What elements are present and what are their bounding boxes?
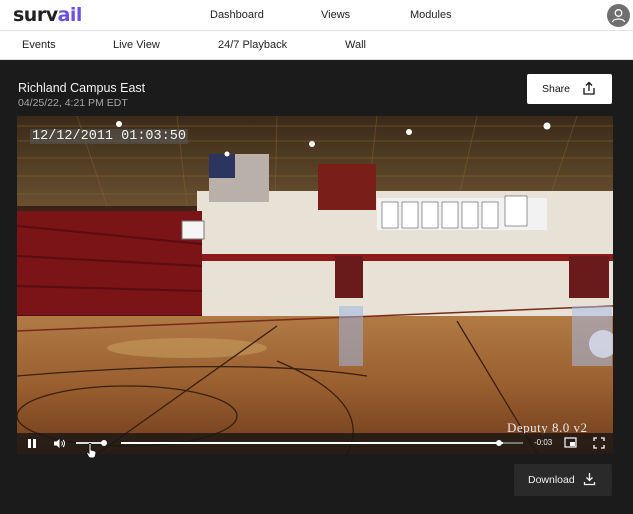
download-button[interactable]: Download [514, 464, 612, 496]
volume-icon[interactable] [53, 437, 66, 450]
pointer-cursor-icon [86, 443, 97, 459]
progress-bar-handle[interactable] [496, 440, 502, 446]
camera-timestamp: 04/25/22, 4:21 PM EDT [18, 97, 128, 109]
tab-playback[interactable]: 24/7 Playback [218, 39, 287, 51]
tab-live-view[interactable]: Live View [113, 39, 160, 51]
nav-modules[interactable]: Modules [410, 9, 452, 21]
share-icon [583, 81, 595, 95]
tab-events[interactable]: Events [22, 39, 56, 51]
progress-bar[interactable] [121, 442, 523, 444]
user-icon [611, 9, 626, 23]
user-avatar-button[interactable] [607, 4, 630, 27]
top-bar: survail Dashboard Views Modules [0, 0, 633, 31]
tab-wall[interactable]: Wall [345, 39, 366, 51]
video-frame[interactable]: 12/12/2011 01:03:50 Deputy 8.0 v2 [17, 116, 613, 454]
progress-bar-fill [121, 442, 503, 444]
fullscreen-icon[interactable] [593, 437, 605, 449]
camera-title: Richland Campus East [18, 81, 146, 95]
logo-accent: ail [57, 4, 83, 26]
share-button[interactable]: Share [527, 74, 612, 104]
nav-dashboard[interactable]: Dashboard [210, 9, 264, 21]
gym-camera-image [17, 116, 613, 454]
sub-navigation: Events Live View 24/7 Playback Wall [0, 31, 633, 60]
nav-views[interactable]: Views [321, 9, 350, 21]
picture-in-picture-icon[interactable] [564, 437, 577, 449]
logo[interactable]: survail [13, 4, 82, 26]
download-icon [583, 473, 596, 486]
pause-icon[interactable] [27, 438, 37, 449]
volume-slider-handle[interactable] [101, 440, 107, 446]
video-timestamp-overlay: 12/12/2011 01:03:50 [30, 129, 188, 144]
video-controls: -0:03 [17, 433, 613, 454]
share-label: Share [542, 83, 571, 95]
time-remaining: -0:03 [534, 438, 553, 447]
logo-prefix: surv [13, 4, 58, 26]
download-label: Download [528, 474, 575, 486]
